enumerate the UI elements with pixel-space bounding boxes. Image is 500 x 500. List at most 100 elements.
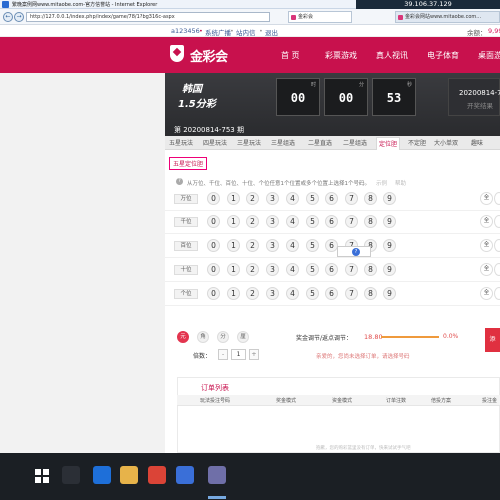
sub-tab-five-star-position[interactable]: 五星定位胆 [169,157,208,170]
chrome-icon[interactable] [148,466,166,484]
inbox-link[interactable]: 站内信 [236,27,256,37]
number-ball[interactable]: 0 [207,192,220,205]
number-ball[interactable]: 1 [227,192,240,205]
number-ball[interactable]: 7 [345,263,358,276]
file-explorer-icon[interactable] [120,466,138,484]
number-ball[interactable]: 5 [306,287,319,300]
number-ball[interactable]: 5 [306,239,319,252]
number-ball[interactable]: 9 [383,192,396,205]
select-big-button[interactable] [494,215,500,228]
number-ball[interactable]: 8 [364,263,377,276]
select-big-button[interactable] [494,287,500,300]
tab-non-position[interactable]: 不定胆 [408,138,426,147]
address-input[interactable]: http://127.0.0.1/index.php/index/game/78… [26,12,270,22]
number-ball[interactable]: 7 [345,215,358,228]
tab-big-small[interactable]: 大小单双 [434,138,458,147]
select-all-button[interactable]: 全 [480,239,493,252]
number-ball[interactable]: 3 [266,287,279,300]
browser-tab-2[interactable]: 金彩会网站www.mitaobe.com... [395,11,500,23]
number-ball[interactable]: 9 [383,215,396,228]
help-link[interactable]: 帮助 [395,179,406,187]
select-all-button[interactable]: 全 [480,263,493,276]
number-ball[interactable]: 4 [286,215,299,228]
number-ball[interactable]: 3 [266,192,279,205]
number-ball[interactable]: 1 [227,239,240,252]
multiplier-plus-button[interactable]: + [249,349,259,360]
nav-lottery[interactable]: 彩票游戏 [325,50,357,61]
broadcast-link[interactable]: 系统广播 [205,27,231,37]
select-all-button[interactable]: 全 [480,192,493,205]
number-ball[interactable]: 7 [345,192,358,205]
select-all-button[interactable]: 全 [480,215,493,228]
edge-icon[interactable] [93,466,111,484]
number-ball[interactable]: 2 [246,287,259,300]
number-ball[interactable]: 2 [246,192,259,205]
number-ball[interactable]: 2 [246,263,259,276]
number-ball[interactable]: 4 [286,287,299,300]
site-logo[interactable]: 金彩会 [190,46,228,65]
number-ball[interactable]: 2 [246,215,259,228]
number-ball[interactable]: 3 [266,215,279,228]
number-ball[interactable]: 8 [364,215,377,228]
number-ball[interactable]: 9 [383,287,396,300]
number-ball[interactable]: 0 [207,263,220,276]
number-ball[interactable]: 9 [383,263,396,276]
number-ball[interactable]: 9 [383,239,396,252]
multiplier-input[interactable]: 1 [231,349,246,360]
tab-five-star[interactable]: 五星玩法 [169,138,193,147]
number-ball[interactable]: 0 [207,215,220,228]
number-ball[interactable]: 6 [325,192,338,205]
tab-two-star-direct[interactable]: 二星直选 [308,138,332,147]
number-ball[interactable]: 2 [246,239,259,252]
number-ball[interactable]: 3 [266,239,279,252]
unit-fen-button[interactable]: 分 [217,331,229,343]
number-ball[interactable]: 8 [364,287,377,300]
help-icon[interactable]: ? [352,248,360,256]
number-ball[interactable]: 6 [325,287,338,300]
nav-sports[interactable]: 电子体育 [427,50,459,61]
tab-four-star[interactable]: 四星玩法 [203,138,227,147]
tab-two-star-group[interactable]: 二星组选 [343,138,367,147]
number-ball[interactable]: 5 [306,192,319,205]
store-icon[interactable] [176,466,194,484]
tab-three-star[interactable]: 三星玩法 [237,138,261,147]
unit-jiao-button[interactable]: 角 [197,331,209,343]
browser-tab-1[interactable]: 金彩会 [288,11,352,23]
number-ball[interactable]: 1 [227,287,240,300]
number-ball[interactable]: 1 [227,263,240,276]
number-ball[interactable]: 6 [325,263,338,276]
select-all-button[interactable]: 全 [480,287,493,300]
forward-button[interactable]: → [14,12,24,22]
number-ball[interactable]: 5 [306,215,319,228]
number-ball[interactable]: 8 [364,192,377,205]
select-big-button[interactable] [494,192,500,205]
nav-table-games[interactable]: 桌面游戏 [478,50,500,61]
logout-link[interactable]: 退出 [265,27,278,37]
select-big-button[interactable] [494,239,500,252]
number-ball[interactable]: 1 [227,215,240,228]
task-view-icon[interactable] [62,466,80,484]
tab-position[interactable]: 定位胆 [376,137,401,150]
add-to-cart-button[interactable]: 添 [485,328,500,352]
tab-fun[interactable]: 趣味 [471,138,483,147]
number-ball[interactable]: 0 [207,239,220,252]
select-big-button[interactable] [494,263,500,276]
number-ball[interactable]: 4 [286,192,299,205]
windows-start-icon[interactable] [35,469,49,483]
multiplier-minus-button[interactable]: - [218,349,228,360]
number-ball[interactable]: 3 [266,263,279,276]
nav-live[interactable]: 真人视讯 [376,50,408,61]
nav-home[interactable]: 首 页 [281,50,300,61]
number-ball[interactable]: 7 [345,287,358,300]
number-ball[interactable]: 4 [286,263,299,276]
number-ball[interactable]: 6 [325,215,338,228]
unit-li-button[interactable]: 厘 [237,331,249,343]
number-ball[interactable]: 0 [207,287,220,300]
rebate-slider[interactable] [381,336,439,338]
number-ball[interactable]: 5 [306,263,319,276]
ie-app-icon[interactable] [208,466,226,484]
number-ball[interactable]: 4 [286,239,299,252]
unit-yuan-button[interactable]: 元 [177,331,189,343]
back-button[interactable]: ← [3,12,13,22]
tab-three-star-group[interactable]: 三星组选 [271,138,295,147]
